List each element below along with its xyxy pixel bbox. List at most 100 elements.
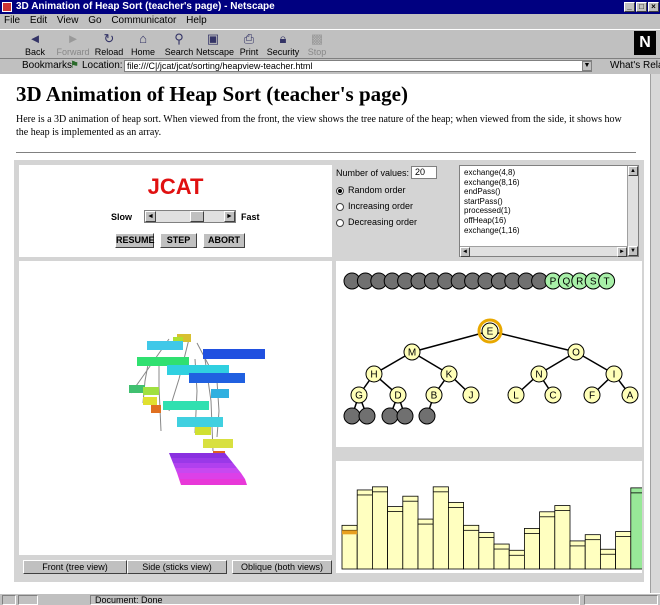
- heap-sort-applet: JCAT Slow ◄ ► Fast RESUME STEP ABORT Num…: [14, 160, 650, 582]
- netscape-button[interactable]: ▣ Netscape: [196, 31, 234, 60]
- heap-bar: [372, 486, 389, 570]
- back-button[interactable]: ◄ Back: [18, 32, 52, 60]
- status-bar: Document: Done: [0, 593, 660, 605]
- array-slot-sorted: T: [598, 272, 616, 290]
- location-icon: ⚑: [70, 60, 79, 71]
- scroll-right-arrow[interactable]: ►: [617, 247, 627, 257]
- slider-right-arrow[interactable]: ►: [224, 211, 235, 222]
- speed-slider[interactable]: ◄ ►: [144, 210, 236, 223]
- log-line: exchange(4,8): [464, 168, 516, 177]
- step-button[interactable]: STEP: [160, 233, 197, 248]
- reload-button[interactable]: ↻ Reload: [92, 32, 126, 60]
- radio-increasing[interactable]: Increasing order: [336, 201, 413, 211]
- tree-node-off-heap: [396, 407, 414, 425]
- tree-node-label: H: [370, 370, 377, 381]
- num-values-input[interactable]: 20: [411, 166, 437, 179]
- netscape-icon: ▣: [206, 31, 220, 46]
- connection-icon: [18, 595, 38, 605]
- heap-bar-body: [569, 540, 586, 570]
- scroll-down-arrow[interactable]: ▼: [628, 246, 638, 256]
- netscape-app-icon: [2, 2, 12, 12]
- menu-help[interactable]: Help: [186, 15, 207, 26]
- radio-dot-selected: [336, 186, 344, 195]
- search-button[interactable]: ⚲ Search: [162, 32, 196, 60]
- event-log[interactable]: exchange(4,8) exchange(8,16) endPass() s…: [459, 165, 639, 257]
- whats-related-button[interactable]: What's Related: [610, 59, 660, 73]
- home-button[interactable]: ⌂ Home: [126, 32, 160, 60]
- heap-bar-body: [372, 486, 389, 570]
- tree-view-panel: PQRST E M O H K N I G D B J L C F A: [336, 261, 642, 447]
- tree-node-label: F: [589, 391, 595, 402]
- heap-bar-body: [417, 518, 434, 570]
- 3d-sorted-stack: [169, 453, 247, 485]
- slider-thumb[interactable]: [190, 211, 204, 222]
- abort-button[interactable]: ABORT: [203, 233, 245, 248]
- log-vertical-scrollbar[interactable]: ▲ ▼: [627, 166, 638, 256]
- tree-node-off-heap-circle: [396, 407, 414, 425]
- scroll-up-arrow[interactable]: ▲: [628, 166, 638, 176]
- heap-bar-body: [493, 543, 510, 570]
- component-bar: [584, 595, 658, 605]
- page-vertical-scrollbar[interactable]: [650, 74, 660, 593]
- tree-node-label: B: [431, 391, 438, 402]
- tree-node-label: I: [613, 370, 616, 381]
- heap-bar: [539, 511, 556, 570]
- fast-label: Fast: [241, 212, 260, 222]
- side-view-button[interactable]: Side (sticks view): [127, 560, 227, 574]
- heap-bar: [356, 489, 373, 570]
- radio-dot: [336, 218, 344, 227]
- radio-random[interactable]: Random order: [336, 185, 406, 195]
- page-content: 3D Animation of Heap Sort (teacher's pag…: [0, 74, 650, 593]
- print-button[interactable]: ⎙ Print: [232, 32, 266, 60]
- netscape-throbber-logo: N: [634, 31, 656, 55]
- heap-bar: [554, 505, 571, 570]
- minimize-button[interactable]: _: [624, 2, 635, 12]
- security-button[interactable]: 🔒︎ Security: [266, 32, 300, 60]
- front-view-button[interactable]: Front (tree view): [23, 560, 127, 574]
- heap-bar-body: [463, 524, 480, 570]
- num-values-label: Number of values:: [336, 168, 410, 178]
- stop-button[interactable]: ▩ Stop: [300, 32, 334, 60]
- maximize-button[interactable]: □: [636, 2, 647, 12]
- tree-node-off-heap-circle: [343, 407, 361, 425]
- active-bar-marker: [342, 530, 358, 535]
- heap-bar: [493, 543, 510, 570]
- tree-node-label: A: [627, 391, 634, 402]
- radio-decreasing[interactable]: Decreasing order: [336, 217, 417, 227]
- menu-communicator[interactable]: Communicator: [111, 15, 176, 26]
- control-panel: JCAT Slow ◄ ► Fast RESUME STEP ABORT: [19, 165, 332, 257]
- menu-file[interactable]: File: [4, 15, 20, 26]
- security-lock-icon: [2, 595, 16, 605]
- resume-button[interactable]: RESUME: [115, 233, 155, 248]
- status-text: Document: Done: [90, 595, 580, 605]
- close-button[interactable]: ×: [648, 2, 659, 12]
- heap-bar-body: [523, 528, 540, 570]
- tree-node: F: [583, 386, 601, 404]
- bar-view-panel: [336, 461, 650, 573]
- slow-label: Slow: [111, 212, 133, 222]
- oblique-view-button[interactable]: Oblique (both views): [232, 560, 332, 574]
- url-field[interactable]: file:///C|/jcat/jcat/sorting/heapview-te…: [124, 60, 592, 72]
- tree-node-off-heap: [418, 407, 436, 425]
- forward-button[interactable]: ► Forward: [56, 32, 90, 60]
- tree-node: J: [462, 386, 480, 404]
- tree-node-label: L: [513, 391, 519, 402]
- url-dropdown-button[interactable]: ▼: [582, 61, 592, 71]
- array-slot-sorted-label: R: [576, 277, 583, 288]
- heap-bar-body: [356, 489, 373, 570]
- heap-bar: [599, 548, 616, 570]
- log-horizontal-scrollbar[interactable]: ◄ ►: [460, 246, 627, 257]
- heap-bar: [402, 495, 419, 570]
- tree-node: D: [389, 386, 407, 404]
- heap-bar-view: [341, 483, 650, 570]
- heap-bar: [432, 486, 449, 570]
- bookmarks-button[interactable]: Bookmarks: [22, 59, 72, 73]
- menu-edit[interactable]: Edit: [30, 15, 47, 26]
- slider-left-arrow[interactable]: ◄: [145, 211, 156, 222]
- menu-go[interactable]: Go: [88, 15, 101, 26]
- heap-bar: [463, 524, 480, 570]
- menu-view[interactable]: View: [57, 15, 79, 26]
- intro-paragraph: Here is a 3D animation of heap sort. Whe…: [16, 114, 622, 138]
- scroll-left-arrow[interactable]: ◄: [460, 247, 470, 257]
- log-line: startPass(): [464, 196, 503, 206]
